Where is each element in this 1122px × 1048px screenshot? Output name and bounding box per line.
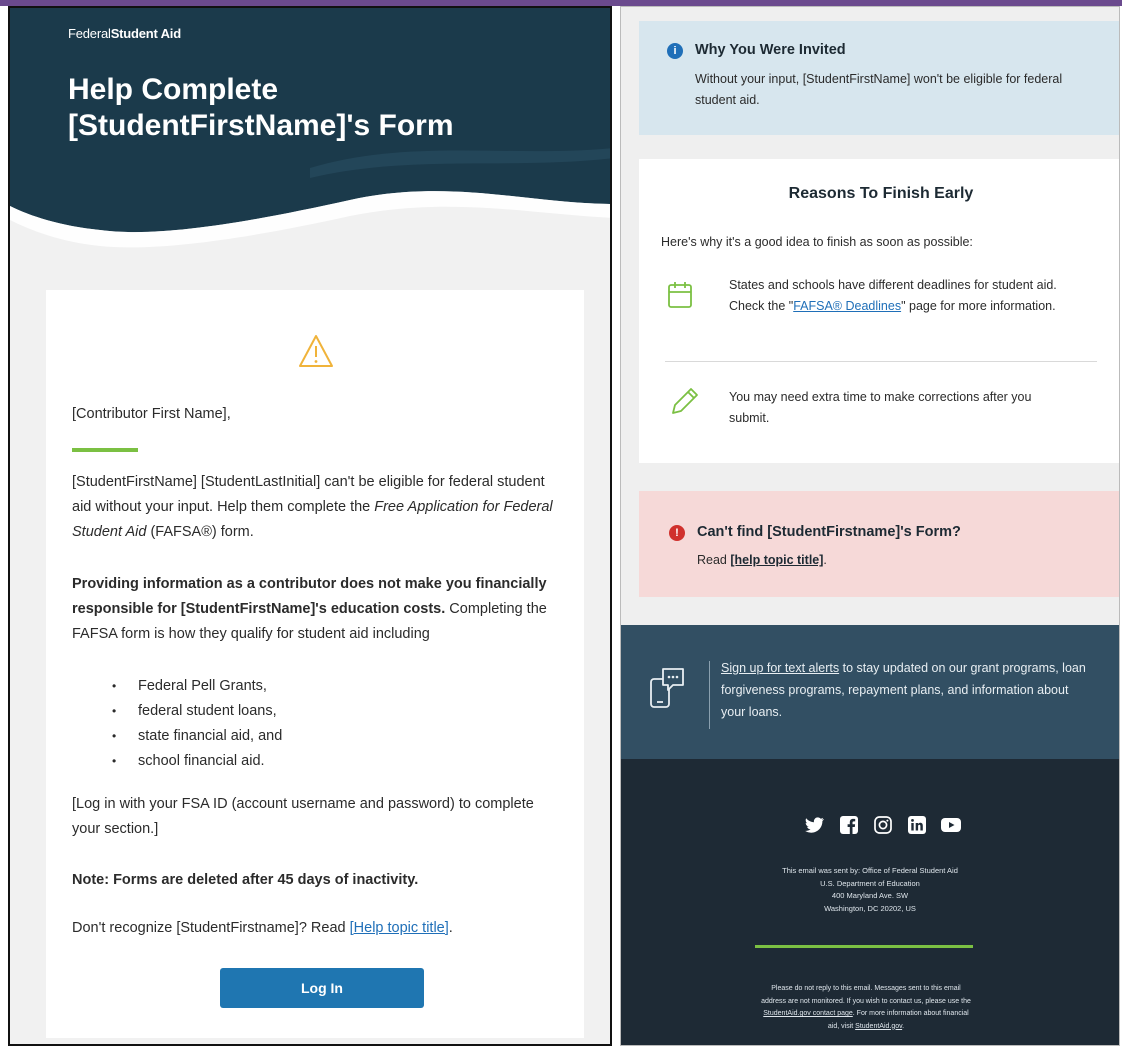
alerts-divider xyxy=(709,661,710,729)
studentaid-link[interactable]: StudentAid.gov xyxy=(855,1023,902,1030)
contributor-paragraph: Providing information as a contributor d… xyxy=(72,576,547,642)
help-topic-link[interactable]: [help topic title] xyxy=(730,553,823,567)
hero-banner: FederalStudent Aid Help Complete [Studen… xyxy=(10,8,610,268)
reasons-divider xyxy=(665,361,1097,362)
brand-logo: FederalStudent Aid xyxy=(68,26,181,41)
why-invited-body: Without your input, [StudentFirstName] w… xyxy=(695,72,1063,107)
linkedin-icon[interactable] xyxy=(907,815,927,835)
footer-disclaimer: Please do not reply to this email. Messa… xyxy=(761,985,971,1030)
aid-list: Federal Pell Grants, federal student loa… xyxy=(112,674,282,774)
reason-corrections-text: You may need extra time to make correcti… xyxy=(729,390,1032,425)
pencil-icon xyxy=(672,388,698,414)
contact-page-link[interactable]: StudentAid.gov contact page xyxy=(763,1010,853,1017)
email-right-panel: i Why You Were Invited Without your inpu… xyxy=(620,6,1120,1046)
info-icon: i xyxy=(667,43,683,59)
why-invited-callout: i Why You Were Invited Without your inpu… xyxy=(639,21,1119,135)
greeting: [Contributor First Name], xyxy=(72,406,231,422)
log-in-button[interactable]: Log In xyxy=(220,968,424,1008)
address-line: This email was sent by: Office of Federa… xyxy=(782,866,958,875)
reasons-title: Reasons To Finish Early xyxy=(788,185,974,202)
email-footer: This email was sent by: Office of Federa… xyxy=(621,759,1119,1045)
sender-address: This email was sent by: Office of Federa… xyxy=(621,865,1119,915)
list-item: state financial aid, and xyxy=(112,724,282,749)
youtube-icon[interactable] xyxy=(941,815,961,835)
facebook-icon[interactable] xyxy=(839,815,859,835)
help-topic-link[interactable]: [Help topic title] xyxy=(350,920,449,936)
list-item: school financial aid. xyxy=(112,749,282,774)
reasons-intro: Here's why it's a good idea to finish as… xyxy=(661,235,973,249)
reason-deadlines-text: States and schools have different deadli… xyxy=(729,278,1057,313)
address-line: U.S. Department of Education xyxy=(820,878,920,888)
green-divider xyxy=(72,448,138,452)
twitter-icon[interactable] xyxy=(805,815,825,835)
address-line: 400 Maryland Ave. SW xyxy=(831,891,909,900)
cant-find-text: Read [help topic title]. xyxy=(697,553,827,567)
login-instructions: [Log in with your FSA ID (account userna… xyxy=(72,796,534,837)
instagram-icon[interactable] xyxy=(873,815,893,835)
sign-up-text-alerts-link[interactable]: Sign up for text alerts xyxy=(721,661,839,675)
calendar-icon xyxy=(668,282,692,308)
footer-green-divider xyxy=(755,945,973,948)
phone-chat-icon xyxy=(650,668,684,708)
list-item: Federal Pell Grants, xyxy=(112,674,282,699)
reasons-section: Reasons To Finish Early Here's why it's … xyxy=(639,159,1119,463)
email-left-panel: FederalStudent Aid Help Complete [Studen… xyxy=(8,6,612,1046)
text-alerts-text: Sign up for text alerts to stay updated … xyxy=(721,661,1086,719)
social-links xyxy=(805,815,961,835)
text-alerts-banner: Sign up for text alerts to stay updated … xyxy=(621,625,1119,759)
deletion-note: Note: Forms are deleted after 45 days of… xyxy=(72,872,419,888)
email-card: [Contributor First Name], [StudentFirstN… xyxy=(46,290,584,1038)
intro-paragraph: [StudentFirstName] [StudentLastInitial] … xyxy=(72,474,553,540)
dont-recognize-text: Don't recognize [StudentFirstname]? Read… xyxy=(72,920,453,936)
email-title: Help Complete [StudentFirstName]'s Form xyxy=(68,73,454,142)
alert-icon: ! xyxy=(669,525,685,541)
address-line: Washington, DC 20202, US xyxy=(824,903,916,913)
warning-icon xyxy=(299,335,333,367)
list-item: federal student loans, xyxy=(112,699,282,724)
cant-find-callout: ! Can't find [StudentFirstname]'s Form? … xyxy=(639,491,1119,597)
why-invited-title: Why You Were Invited xyxy=(695,42,846,58)
cant-find-title: Can't find [StudentFirstname]'s Form? xyxy=(697,524,961,540)
fafsa-deadlines-link[interactable]: FAFSA® Deadlines xyxy=(793,299,901,313)
